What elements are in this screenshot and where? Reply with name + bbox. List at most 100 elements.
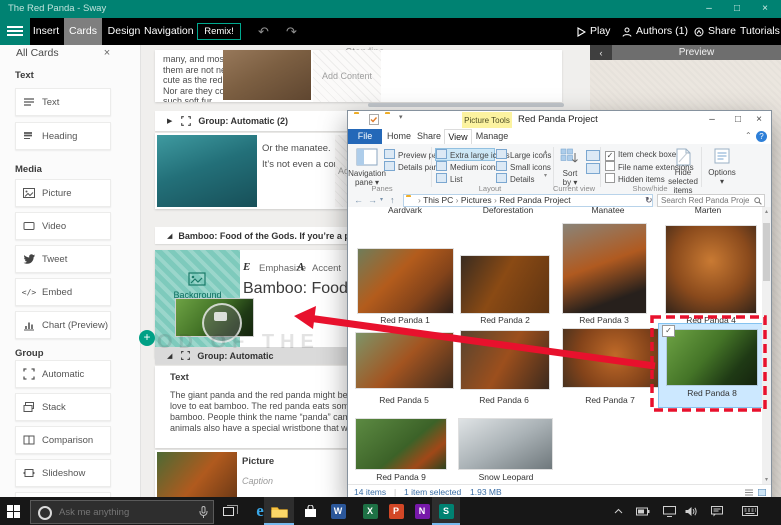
history-dropdown-icon[interactable]: ▾ [380, 193, 383, 207]
explorer-search-box[interactable] [657, 194, 765, 207]
add-columns-icon[interactable] [586, 163, 600, 174]
file-thumbnail[interactable] [667, 330, 757, 385]
layout-list[interactable]: List [436, 173, 462, 184]
details-pane-button[interactable]: Details pane [384, 161, 442, 172]
hide-selected-items-button[interactable]: Hide selecteditems [660, 168, 706, 195]
forward-icon[interactable]: → [368, 193, 377, 207]
back-icon[interactable]: ← [354, 193, 363, 207]
sidebar-item-picture[interactable]: Picture [15, 179, 111, 207]
collapse-icon-2[interactable]: ◢ [167, 352, 172, 360]
file-label-partial[interactable]: Manatee [558, 207, 658, 215]
help-icon[interactable]: ? [756, 131, 767, 142]
tray-network-button[interactable] [658, 497, 680, 525]
hamburger-menu-button[interactable] [0, 18, 30, 45]
sidebar-item-tweet[interactable]: Tweet [15, 245, 111, 273]
layout-scroll-up-icon[interactable]: ▴ [544, 148, 547, 155]
remix-button[interactable]: Remix! [197, 23, 241, 40]
sidebar-item-heading[interactable]: Heading [15, 122, 111, 150]
accent-button[interactable]: Accent [312, 263, 341, 274]
preview-collapse-button[interactable]: ‹ [590, 45, 612, 60]
file-label[interactable]: Red Panda 5 [354, 395, 454, 405]
thumbnail-view-toggle-icon[interactable] [758, 489, 766, 496]
file-thumbnail[interactable] [356, 333, 453, 388]
tab-manage[interactable]: Manage [472, 129, 512, 144]
sidebar-item-chart[interactable]: Chart (Preview) [15, 311, 111, 339]
selection-checkbox[interactable]: ✓ [662, 325, 675, 337]
caption-placeholder[interactable]: Caption [242, 476, 273, 486]
breadcrumb-this-pc[interactable]: This PC [423, 195, 453, 205]
file-thumbnail[interactable] [461, 331, 549, 389]
breadcrumb-pictures[interactable]: Pictures [461, 195, 492, 205]
sidebar-item-embed[interactable]: </> Embed [15, 278, 111, 306]
explorer-minimize-button[interactable]: – [700, 111, 724, 129]
file-label-partial[interactable]: Marten [658, 207, 758, 215]
taskbar-store-button[interactable] [296, 497, 324, 525]
file-thumbnail[interactable] [563, 329, 658, 387]
add-content-dropzone[interactable]: Add Content [313, 50, 381, 102]
menu-cards[interactable]: Cards [64, 18, 102, 45]
cortana-search-box[interactable] [30, 500, 214, 524]
file-thumbnail[interactable] [356, 419, 446, 469]
tray-action-center-button[interactable] [706, 497, 728, 525]
sidebar-item-text[interactable]: Text [15, 88, 111, 116]
file-thumbnail[interactable] [461, 256, 549, 313]
breadcrumb-current-folder[interactable]: Red Panda Project [499, 195, 570, 205]
file-label[interactable]: Red Panda 9 [351, 472, 451, 482]
file-thumbnail[interactable] [459, 419, 552, 469]
tab-file[interactable]: File [348, 129, 382, 144]
tutorials-button[interactable]: Tutorials [740, 18, 780, 45]
file-thumbnail[interactable] [666, 226, 756, 313]
scroll-up-icon[interactable]: ▴ [762, 208, 771, 215]
authors-button[interactable]: Authors (1) [622, 18, 688, 45]
item-check-boxes-checkbox[interactable]: ✓Item check boxes [605, 149, 680, 160]
hidden-items-checkbox[interactable]: Hidden items [605, 173, 665, 184]
tab-view[interactable]: View [444, 129, 472, 145]
explorer-close-button[interactable]: × [747, 111, 771, 129]
file-label[interactable]: Red Panda 3 [554, 315, 654, 325]
layout-details[interactable]: Details [496, 173, 534, 184]
layout-medium-icons[interactable]: Medium icons [436, 161, 499, 172]
group-by-icon[interactable] [586, 150, 600, 161]
file-label[interactable]: Red Panda 6 [454, 395, 554, 405]
explorer-scrollbar[interactable]: ▴ ▾ [762, 207, 771, 484]
file-label[interactable]: Red Panda 2 [455, 315, 555, 325]
play-button[interactable]: Play [577, 18, 610, 45]
sidebar-item-automatic[interactable]: Automatic [15, 360, 111, 388]
hide-selected-items-icon[interactable] [676, 148, 691, 166]
layout-extra-large-icons[interactable]: Extra large icons [435, 148, 495, 161]
story-card-aardvark[interactable]: many, and most of them are not nearly as… [155, 50, 562, 102]
emphasize-icon[interactable]: E [243, 261, 250, 273]
sidebar-item-comparison[interactable]: Comparison [15, 426, 111, 454]
file-label[interactable]: Snow Leopard [456, 472, 556, 482]
options-icon[interactable] [714, 148, 730, 164]
sidebar-item-slideshow[interactable]: Slideshow [15, 459, 111, 487]
qat-dropdown-icon[interactable]: ▾ [399, 113, 403, 121]
taskbar-word-button[interactable]: W [324, 497, 352, 525]
taskbar-excel-button[interactable]: X [356, 497, 384, 525]
bamboo-heading[interactable]: Bamboo: Food o [243, 280, 361, 298]
taskbar-sway-button[interactable]: S [432, 497, 460, 525]
file-label[interactable]: Red Panda 8 [662, 388, 762, 398]
menu-design[interactable]: Design [104, 18, 144, 45]
menu-navigation[interactable]: Navigation [144, 18, 190, 45]
file-label-partial[interactable]: Aardvark [355, 207, 455, 215]
sidebar-item-video[interactable]: Video [15, 212, 111, 240]
tray-battery-button[interactable] [632, 497, 654, 525]
scrollbar-thumb[interactable] [763, 223, 770, 281]
picture-tools-tab[interactable]: Picture Tools [462, 112, 512, 128]
start-button[interactable] [0, 497, 26, 525]
expand-icon[interactable]: ▶ [167, 117, 172, 125]
accent-icon[interactable]: A [297, 261, 304, 273]
sidebar-close-icon[interactable]: × [100, 45, 114, 61]
taskbar-file-explorer-button[interactable] [264, 497, 294, 525]
undo-button[interactable]: ↶ [258, 18, 269, 45]
taskbar-powerpoint-button[interactable]: P [382, 497, 410, 525]
file-thumbnail[interactable] [358, 249, 453, 313]
sway-maximize-button[interactable]: □ [725, 0, 749, 18]
explorer-search-input[interactable] [661, 195, 749, 206]
tray-volume-button[interactable] [680, 497, 702, 525]
sidebar-item-stack[interactable]: Stack [15, 393, 111, 421]
qat-properties-icon[interactable] [369, 114, 379, 125]
breadcrumb[interactable]: › This PC › Pictures › Red Panda Project… [403, 194, 653, 207]
layout-small-icons[interactable]: Small icons [496, 161, 551, 172]
